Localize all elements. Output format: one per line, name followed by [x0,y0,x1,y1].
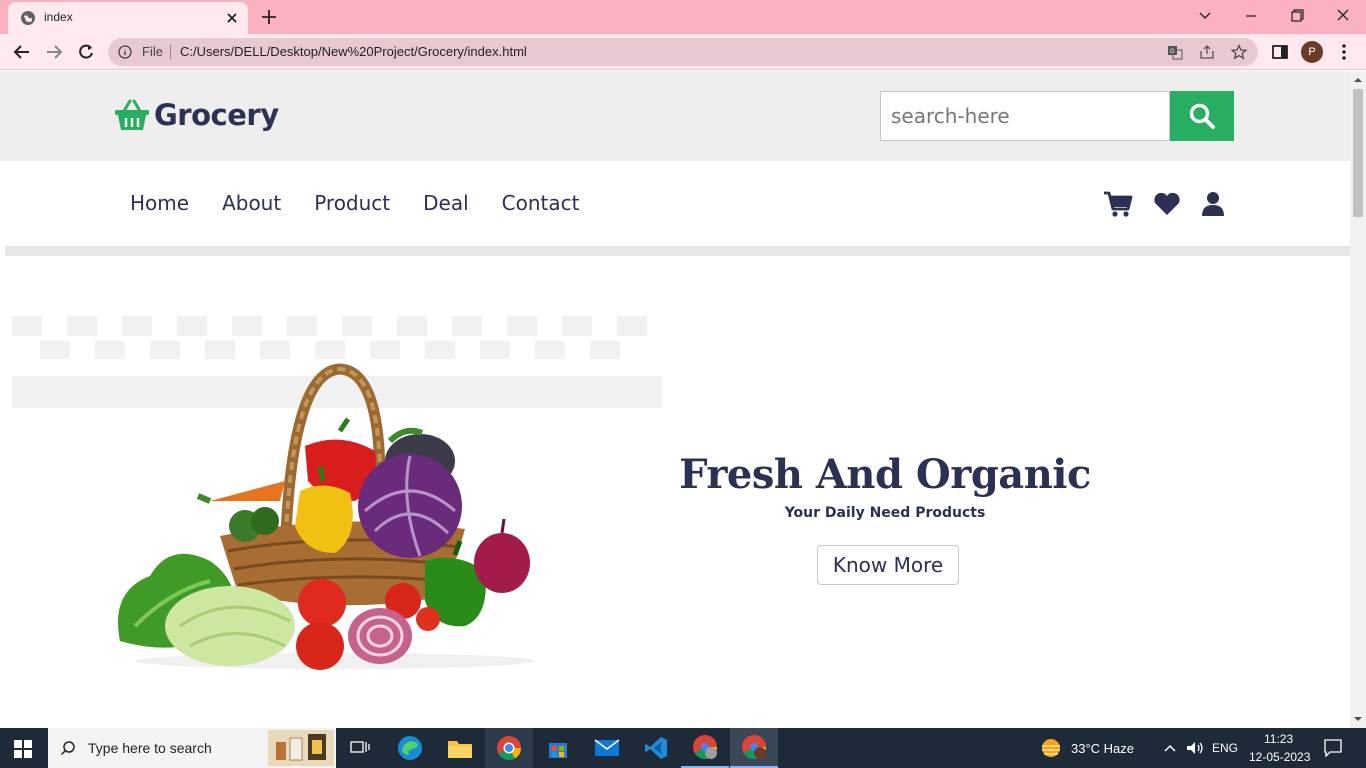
sidepanel-icon[interactable] [1270,42,1290,62]
volume-icon[interactable] [1185,740,1205,756]
nav-home[interactable]: Home [130,191,189,215]
search-button[interactable] [1170,91,1234,141]
reload-icon[interactable] [76,42,96,62]
windows-taskbar: Type here to search 33°C Haze ENG 11:23 … [0,728,1366,768]
profile-avatar[interactable]: P [1301,41,1323,63]
site-header-top: Grocery [0,71,1350,161]
search-input[interactable] [880,91,1170,141]
hero-title: Fresh And Organic [679,451,1091,498]
chevron-up-icon[interactable] [1163,742,1177,754]
page-viewport: Grocery Home About Product Deal Contact [0,71,1350,728]
nav-product[interactable]: Product [314,191,390,215]
weather-text[interactable]: 33°C Haze [1071,741,1134,756]
site-navbar: Home About Product Deal Contact [0,161,1350,246]
forward-icon[interactable] [44,42,64,62]
svg-text:G: G [1170,49,1175,55]
back-icon[interactable] [12,42,32,62]
close-icon[interactable] [224,10,240,26]
store-icon[interactable] [534,728,582,768]
cart-icon[interactable] [1102,189,1134,219]
search-icon [60,741,75,756]
restore-icon[interactable] [1286,6,1308,26]
search-icon [1189,103,1215,129]
browser-tab[interactable]: index [8,2,248,34]
minimize-icon[interactable] [1240,6,1262,26]
browser-tab-strip: index [0,0,1366,34]
header-divider [5,246,1350,256]
taskbar-search-box[interactable]: Type here to search [48,728,336,768]
site-logo[interactable]: Grocery [114,95,279,135]
scroll-thumb[interactable] [1353,89,1363,217]
main-nav: Home About Product Deal Contact [130,191,612,215]
page-scrollbar[interactable] [1350,71,1366,728]
nav-deal[interactable]: Deal [423,191,469,215]
weather-haze-icon [1042,739,1060,757]
scroll-down-icon[interactable] [1353,714,1363,724]
chrome-active-icon[interactable] [730,728,778,768]
language-indicator[interactable]: ENG [1212,741,1238,755]
search-highlight-icon [268,730,334,766]
notification-icon[interactable] [1324,739,1342,757]
taskbar-search-placeholder: Type here to search [88,740,212,756]
scroll-up-icon[interactable] [1353,75,1363,85]
nav-contact[interactable]: Contact [502,191,580,215]
close-window-icon[interactable] [1332,6,1354,26]
hero-subtitle: Your Daily Need Products [784,505,986,521]
task-view-icon[interactable] [336,728,384,768]
browser-toolbar: File C:/Users/DELL/Desktop/New%20Project… [0,34,1366,70]
vscode-icon[interactable] [632,728,680,768]
edge-icon[interactable] [386,728,434,768]
clock-date[interactable]: 12-05-2023 [1249,750,1310,764]
info-icon[interactable] [118,45,132,59]
basket-icon [115,99,149,130]
address-separator [170,45,171,59]
know-more-button[interactable]: Know More [817,545,959,585]
file-explorer-icon[interactable] [436,728,484,768]
windows-icon[interactable] [14,740,32,758]
plus-icon[interactable] [260,8,278,26]
address-scheme: File [142,44,163,59]
user-icon[interactable] [1200,189,1226,219]
address-bar[interactable]: File C:/Users/DELL/Desktop/New%20Project… [108,38,1258,66]
address-url[interactable]: C:/Users/DELL/Desktop/New%20Project/Groc… [180,44,527,59]
tab-title: index [44,10,73,24]
logo-text: Grocery [154,98,279,132]
translate-icon[interactable]: G [1167,44,1183,60]
mail-icon[interactable] [583,728,631,768]
share-icon[interactable] [1199,44,1215,60]
vegetable-basket-image [118,363,535,670]
nav-about[interactable]: About [222,191,281,215]
clock-time[interactable]: 11:23 [1264,732,1293,746]
chrome-profile-icon[interactable] [681,728,729,768]
chevron-down-icon[interactable] [1194,6,1216,26]
chrome-icon[interactable] [485,728,533,768]
globe-icon [21,11,35,25]
heart-icon[interactable] [1152,189,1182,219]
star-icon[interactable] [1231,44,1247,60]
more-icon[interactable] [1334,42,1354,62]
